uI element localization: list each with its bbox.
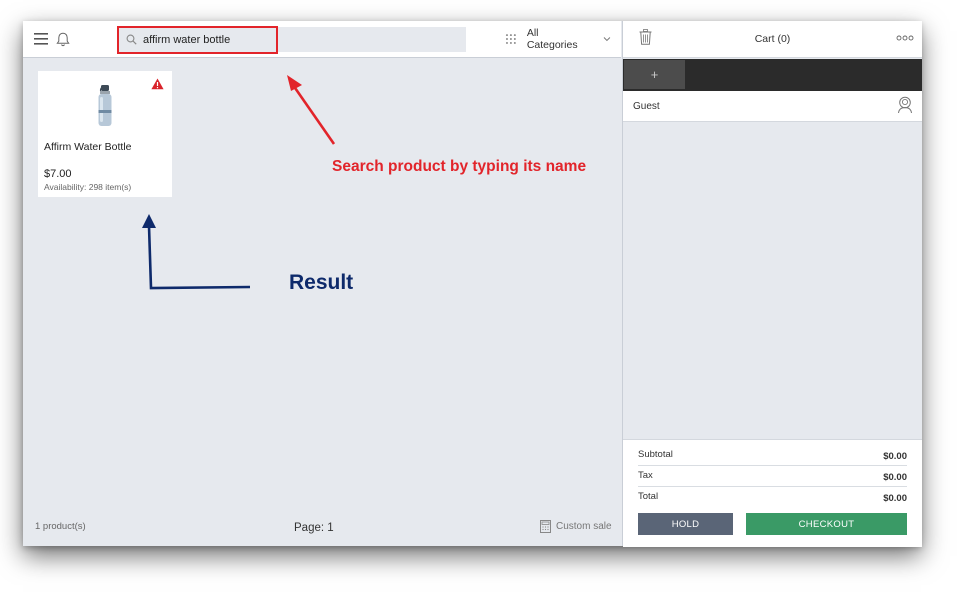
cart-pane: Cart (0) + Guest Subtotal $0.00 Tax $0.0… — [622, 21, 922, 547]
subtotal-row: Subtotal $0.00 — [638, 445, 907, 466]
category-label: All Categories — [526, 27, 578, 51]
custom-sale-label: Custom sale — [556, 521, 612, 532]
grid-icon — [505, 34, 516, 44]
add-cart-tab-button[interactable]: + — [624, 60, 685, 89]
subtotal-label: Subtotal — [638, 449, 673, 460]
category-dropdown[interactable]: All Categories — [505, 27, 611, 51]
water-bottle-image — [98, 85, 112, 126]
customer-name: Guest — [633, 101, 660, 112]
result-arrow — [147, 225, 251, 290]
search-input[interactable] — [143, 27, 443, 52]
hamburger-menu-icon[interactable] — [33, 31, 49, 47]
hold-button[interactable]: HOLD — [638, 513, 733, 535]
cart-tab-bar: + — [623, 59, 922, 91]
custom-sale-button[interactable]: Custom sale — [540, 520, 612, 533]
subtotal-value: $0.00 — [883, 451, 907, 462]
checkout-button[interactable]: CHECKOUT — [746, 513, 907, 535]
product-pane: All Categories Affirm Water Bottle $7.00… — [23, 21, 621, 546]
search-annotation: Search product by typing its name — [332, 158, 587, 175]
product-name: Affirm Water Bottle — [44, 141, 132, 153]
total-label: Total — [638, 491, 659, 502]
product-availability: Availability: 298 item(s) — [44, 182, 132, 192]
cart-totals: Subtotal $0.00 Tax $0.00 Total $0.00 HOL… — [623, 439, 922, 547]
chevron-down-icon — [603, 37, 611, 42]
tax-row: Tax $0.00 — [638, 466, 907, 487]
customer-row[interactable]: Guest — [623, 91, 922, 122]
pos-window: All Categories Affirm Water Bottle $7.00… — [23, 21, 922, 547]
search-box — [119, 27, 466, 52]
search-arrow — [291, 84, 336, 145]
page-indicator: Page: 1 — [294, 522, 334, 534]
cart-header: Cart (0) — [623, 21, 922, 58]
bell-icon[interactable] — [55, 31, 71, 47]
search-icon — [126, 34, 137, 45]
tax-value: $0.00 — [883, 472, 907, 483]
top-toolbar: All Categories — [23, 21, 621, 58]
result-arrow-head — [142, 214, 156, 228]
result-annotation: Result — [289, 271, 354, 294]
search-arrow-head — [287, 75, 302, 91]
calculator-icon — [540, 520, 551, 533]
tax-label: Tax — [638, 470, 653, 481]
product-card[interactable]: Affirm Water Bottle $7.00 Availability: … — [38, 71, 172, 197]
more-options-icon[interactable] — [896, 34, 914, 42]
total-row: Total $0.00 — [638, 487, 907, 507]
cart-title: Cart (0) — [754, 33, 791, 45]
user-icon[interactable] — [897, 96, 913, 114]
product-price: $7.00 — [44, 168, 72, 180]
warning-icon — [151, 78, 164, 90]
total-value: $0.00 — [883, 493, 907, 504]
product-count: 1 product(s) — [35, 521, 86, 532]
